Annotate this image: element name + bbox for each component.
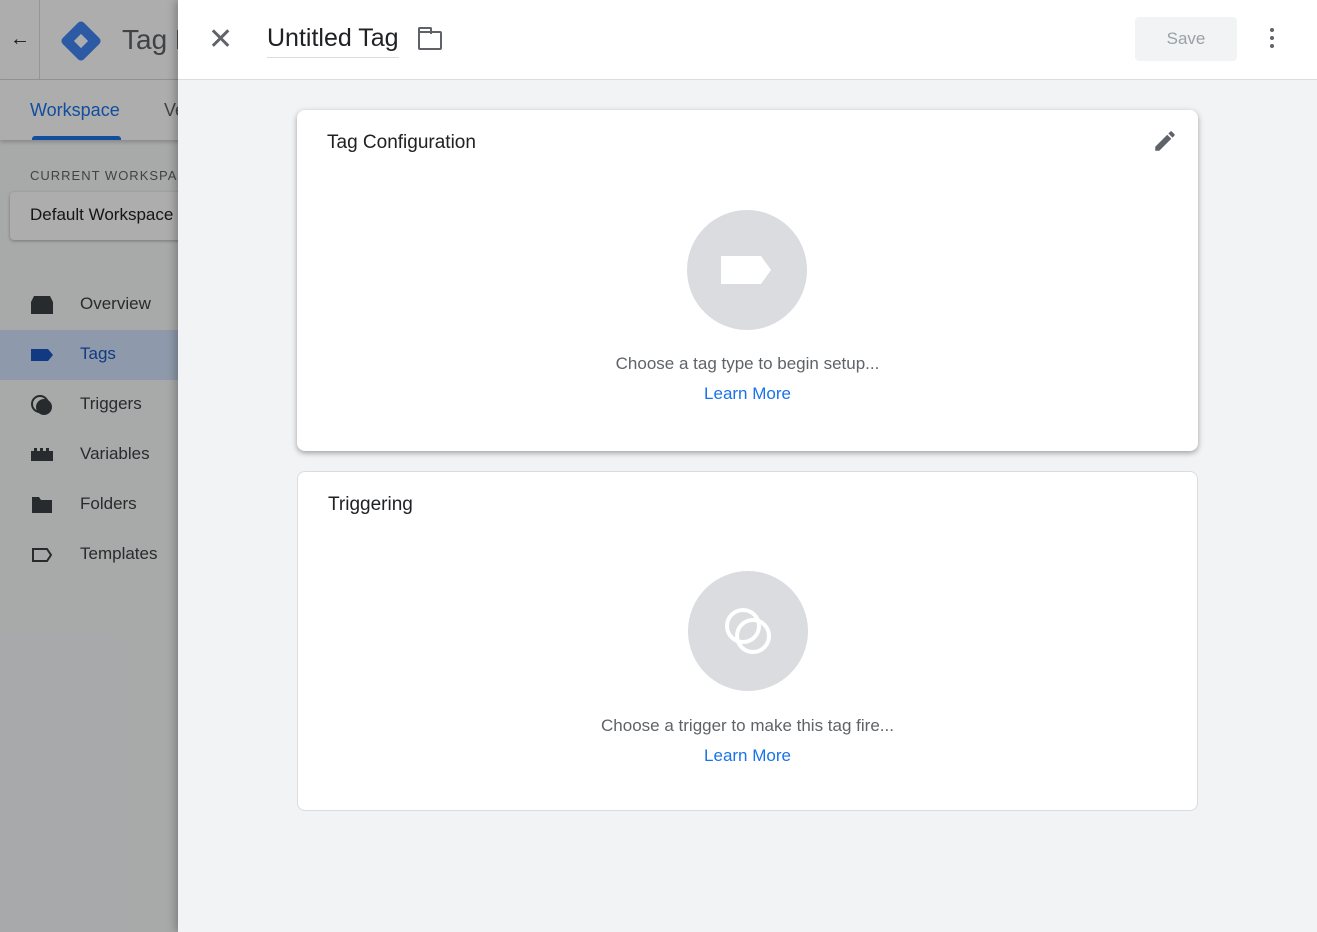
pencil-icon[interactable] bbox=[1152, 128, 1178, 154]
tag-configuration-card[interactable]: Tag Configuration Choose a tag type to b… bbox=[297, 110, 1198, 451]
learn-more-link[interactable]: Learn More bbox=[298, 746, 1197, 766]
save-button[interactable]: Save bbox=[1135, 17, 1237, 61]
close-icon[interactable]: ✕ bbox=[208, 22, 233, 58]
triggering-card[interactable]: Triggering Choose a trigger to make this… bbox=[297, 471, 1198, 811]
trigger-hint: Choose a trigger to make this tag fire..… bbox=[601, 716, 894, 735]
tag-name-input[interactable]: Untitled Tag bbox=[267, 24, 399, 58]
card-title: Triggering bbox=[328, 494, 413, 515]
trigger-icon bbox=[725, 608, 771, 654]
more-vert-icon[interactable] bbox=[1268, 28, 1276, 52]
learn-more-link[interactable]: Learn More bbox=[297, 384, 1198, 404]
trigger-placeholder[interactable] bbox=[688, 571, 808, 691]
modal-scrim[interactable] bbox=[0, 0, 178, 932]
tag-editor-panel: ✕ Untitled Tag Save Tag Configuration Ch… bbox=[178, 0, 1317, 932]
tag-icon bbox=[721, 256, 771, 284]
folder-icon[interactable] bbox=[418, 27, 442, 50]
panel-header: ✕ Untitled Tag Save bbox=[178, 0, 1317, 80]
tag-type-placeholder[interactable] bbox=[687, 210, 807, 330]
card-title: Tag Configuration bbox=[327, 132, 476, 153]
tag-config-hint: Choose a tag type to begin setup... bbox=[615, 354, 880, 373]
